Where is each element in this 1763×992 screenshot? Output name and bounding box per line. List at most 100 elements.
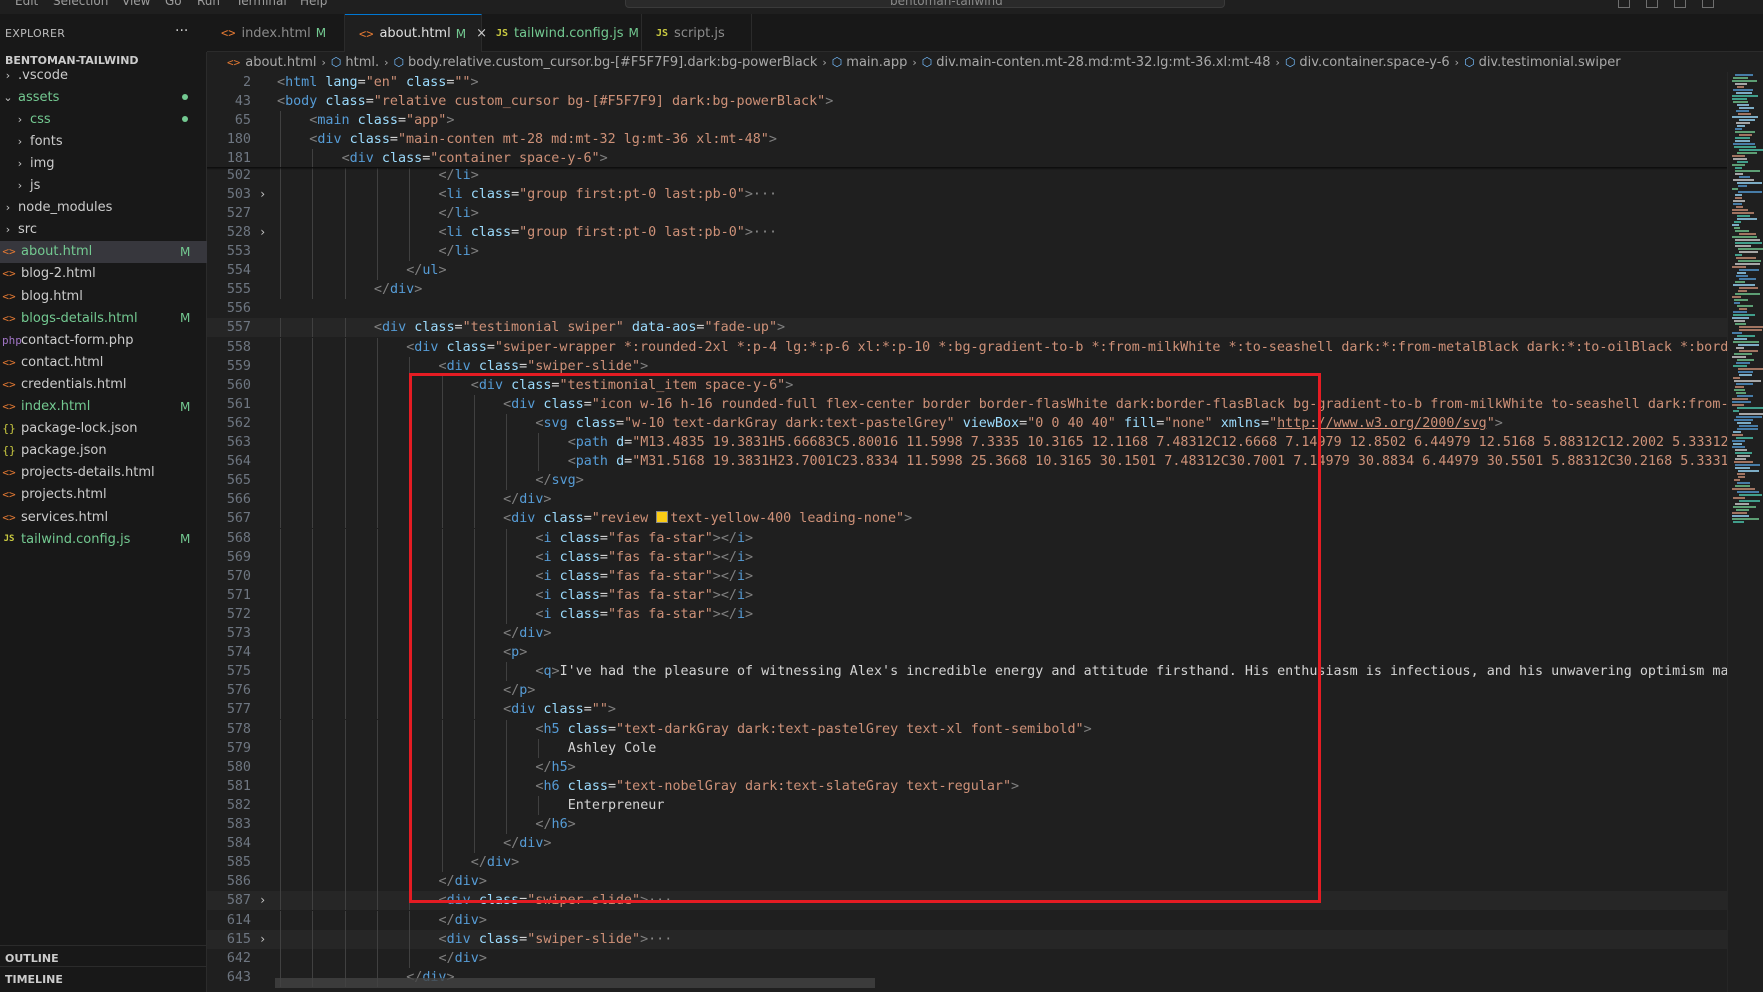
code-line[interactable]: 615 › <div class="swiper-slide">···	[207, 929, 1727, 949]
code-line[interactable]: 565 </svg>	[207, 471, 1727, 491]
code-line[interactable]: 564 <path d="M31.5168 19.3831H23.7001C23.…	[207, 452, 1727, 472]
file-index-html[interactable]: <> index.html M	[0, 396, 207, 418]
file-blogs-details-html[interactable]: <> blogs-details.html M	[0, 307, 207, 329]
layout-toggle-icon[interactable]	[1618, 0, 1630, 8]
menu-help[interactable]: Help	[300, 0, 327, 8]
code-line[interactable]: 581 <h6 class="text-nobelGray dark:text-s…	[207, 776, 1727, 796]
fold-chevron-icon[interactable]: ›	[259, 223, 266, 242]
code-line[interactable]: 578 <h5 class="text-darkGray dark:text-pa…	[207, 719, 1727, 739]
code-line[interactable]: 43 <body class="relative custom_cursor bg…	[207, 91, 1727, 111]
code-line[interactable]: 556	[207, 299, 1727, 318]
code-line[interactable]: 574 <p>	[207, 643, 1727, 663]
outline-section[interactable]: OUTLINE	[5, 952, 59, 965]
fold-chevron-icon[interactable]: ›	[259, 930, 266, 949]
folder--vscode[interactable]: › .vscode	[0, 64, 207, 86]
code-line[interactable]: 562 <svg class="w-10 text-darkGray dark:t…	[207, 413, 1727, 433]
code-line[interactable]: 569 <i class="fas fa-star"></i>	[207, 547, 1727, 567]
token-link[interactable]: http://www.w3.org/2000/svg	[1277, 416, 1487, 431]
code-line[interactable]: 579 Ashley Cole	[207, 738, 1727, 758]
code-line[interactable]: 573 </div>	[207, 624, 1727, 643]
tab-about-html[interactable]: <> about.html M ×	[345, 14, 487, 52]
folder-js[interactable]: › js	[0, 175, 207, 197]
code-line[interactable]: 585 </div>	[207, 853, 1727, 873]
code-line[interactable]: 553 </li>	[207, 242, 1727, 261]
code-line[interactable]: 580 </h5>	[207, 757, 1727, 777]
breadcrumb-item[interactable]: body.relative.custom_cursor.bg-[#F5F7F9]…	[408, 55, 817, 70]
code-line[interactable]: 563 <path d="M13.4835 19.3831H5.66683C5.8…	[207, 433, 1727, 452]
menu-run[interactable]: Run	[197, 0, 220, 8]
code-line[interactable]: 2 <html lang="en" class="">	[207, 72, 1727, 92]
code-line[interactable]: 528 › <li class="group first:pt-0 last:pb-…	[207, 222, 1727, 242]
customize-layout-icon[interactable]	[1702, 0, 1714, 8]
file-package-lock-json[interactable]: {} package-lock.json	[0, 418, 207, 440]
folder-node-modules[interactable]: › node_modules	[0, 197, 207, 219]
panel-toggle-icon[interactable]	[1646, 0, 1658, 8]
fold-chevron-icon[interactable]: ›	[259, 891, 266, 910]
code-line[interactable]: 586 </div>	[207, 872, 1727, 892]
breadcrumb-item[interactable]: div.main-conten.mt-28.md:mt-32.lg:mt-36.…	[936, 55, 1270, 70]
color-swatch-icon[interactable]	[656, 511, 669, 524]
code-line[interactable]: 576 </p>	[207, 681, 1727, 701]
more-actions-icon[interactable]: ···	[175, 23, 188, 39]
folder-img[interactable]: › img	[0, 152, 207, 174]
token-dots[interactable]: ···	[648, 893, 672, 908]
menu-terminal[interactable]: Terminal	[236, 0, 287, 8]
code-line[interactable]: 567 <div class="review text-yellow-400 le…	[207, 509, 1727, 529]
code-line[interactable]: 577 <div class="">	[207, 700, 1727, 720]
file-blog-html[interactable]: <> blog.html	[0, 285, 207, 307]
code-line[interactable]: 65 <main class="app">	[207, 110, 1727, 130]
menu-view[interactable]: View	[122, 0, 150, 8]
breadcrumb-item[interactable]: main.app	[846, 55, 907, 70]
file-about-html[interactable]: <> about.html M	[0, 240, 207, 263]
tab-index-html[interactable]: <> index.html M	[207, 14, 345, 52]
code-line[interactable]: 571 <i class="fas fa-star"></i>	[207, 585, 1727, 605]
code-line[interactable]: 582 Enterpreneur	[207, 795, 1727, 815]
file-credentials-html[interactable]: <> credentials.html	[0, 373, 207, 395]
file-blog-2-html[interactable]: <> blog-2.html	[0, 263, 207, 285]
minimap[interactable]	[1727, 72, 1763, 992]
fold-chevron-icon[interactable]: ›	[259, 185, 266, 204]
breadcrumb-item[interactable]: about.html	[245, 55, 316, 70]
file-projects-html[interactable]: <> projects.html	[0, 484, 207, 506]
code-line[interactable]: 583 </h6>	[207, 815, 1727, 834]
horizontal-scrollbar[interactable]	[275, 978, 875, 988]
code-line[interactable]: 180 <div class="main-conten mt-28 md:mt-3…	[207, 129, 1727, 149]
breadcrumb-item[interactable]: div.testimonial.swiper	[1479, 55, 1621, 70]
token-dots[interactable]: ···	[753, 187, 777, 202]
code-editor[interactable]: 474›<li class="group first:pt-0 last:pb-…	[207, 72, 1727, 992]
folder-fonts[interactable]: › fonts	[0, 130, 207, 152]
code-line[interactable]: 558 <div class="swiper-wrapper *:rounded-…	[207, 337, 1727, 357]
file-package-json[interactable]: {} package.json	[0, 440, 207, 462]
code-line[interactable]: 642 </div>	[207, 948, 1727, 968]
folder-src[interactable]: › src	[0, 219, 207, 241]
folder-css[interactable]: › css	[0, 108, 207, 130]
code-line[interactable]: 614 </div>	[207, 910, 1727, 930]
menu-go[interactable]: Go	[165, 0, 182, 8]
file-projects-details-html[interactable]: <> projects-details.html	[0, 462, 207, 484]
breadcrumb-item[interactable]: html.	[345, 55, 379, 70]
breadcrumb-item[interactable]: div.container.space-y-6	[1299, 55, 1449, 70]
file-contact-html[interactable]: <> contact.html	[0, 351, 207, 373]
code-line[interactable]: 575 <q>I've had the pleasure of witnessin…	[207, 662, 1727, 682]
code-line[interactable]: 570 <i class="fas fa-star"></i>	[207, 566, 1727, 586]
tab-tailwind-config-js[interactable]: JS tailwind.config.js M	[482, 14, 642, 52]
code-line[interactable]: 584 </div>	[207, 834, 1727, 854]
folder-assets[interactable]: ⌄ assets	[0, 86, 207, 108]
code-line[interactable]: 572 <i class="fas fa-star"></i>	[207, 604, 1727, 624]
code-line[interactable]: 559 <div class="swiper-slide">	[207, 356, 1727, 376]
code-line[interactable]: 566 </div>	[207, 490, 1727, 510]
file-contact-form-php[interactable]: php contact-form.php	[0, 329, 207, 351]
code-line[interactable]: 554 </ul>	[207, 261, 1727, 281]
code-line[interactable]: 181 <div class="container space-y-6">	[207, 148, 1727, 168]
code-line[interactable]: 503 › <li class="group first:pt-0 last:pb-…	[207, 184, 1727, 204]
code-line[interactable]: 587 › <div class="swiper-slide">···	[207, 891, 1727, 911]
file-services-html[interactable]: <> services.html	[0, 506, 207, 528]
file-tailwind-config-js[interactable]: JS tailwind.config.js M	[0, 528, 207, 550]
code-line[interactable]: 555 </div>	[207, 280, 1727, 300]
tab-script-js[interactable]: JS script.js	[642, 14, 752, 52]
sidebar-toggle-icon[interactable]	[1674, 0, 1686, 8]
code-line[interactable]: 561 <div class="icon w-16 h-16 rounded-fu…	[207, 394, 1727, 414]
code-line[interactable]: 527 </li>	[207, 203, 1727, 223]
menu-edit[interactable]: Edit	[15, 0, 38, 8]
token-dots[interactable]: ···	[648, 932, 672, 947]
